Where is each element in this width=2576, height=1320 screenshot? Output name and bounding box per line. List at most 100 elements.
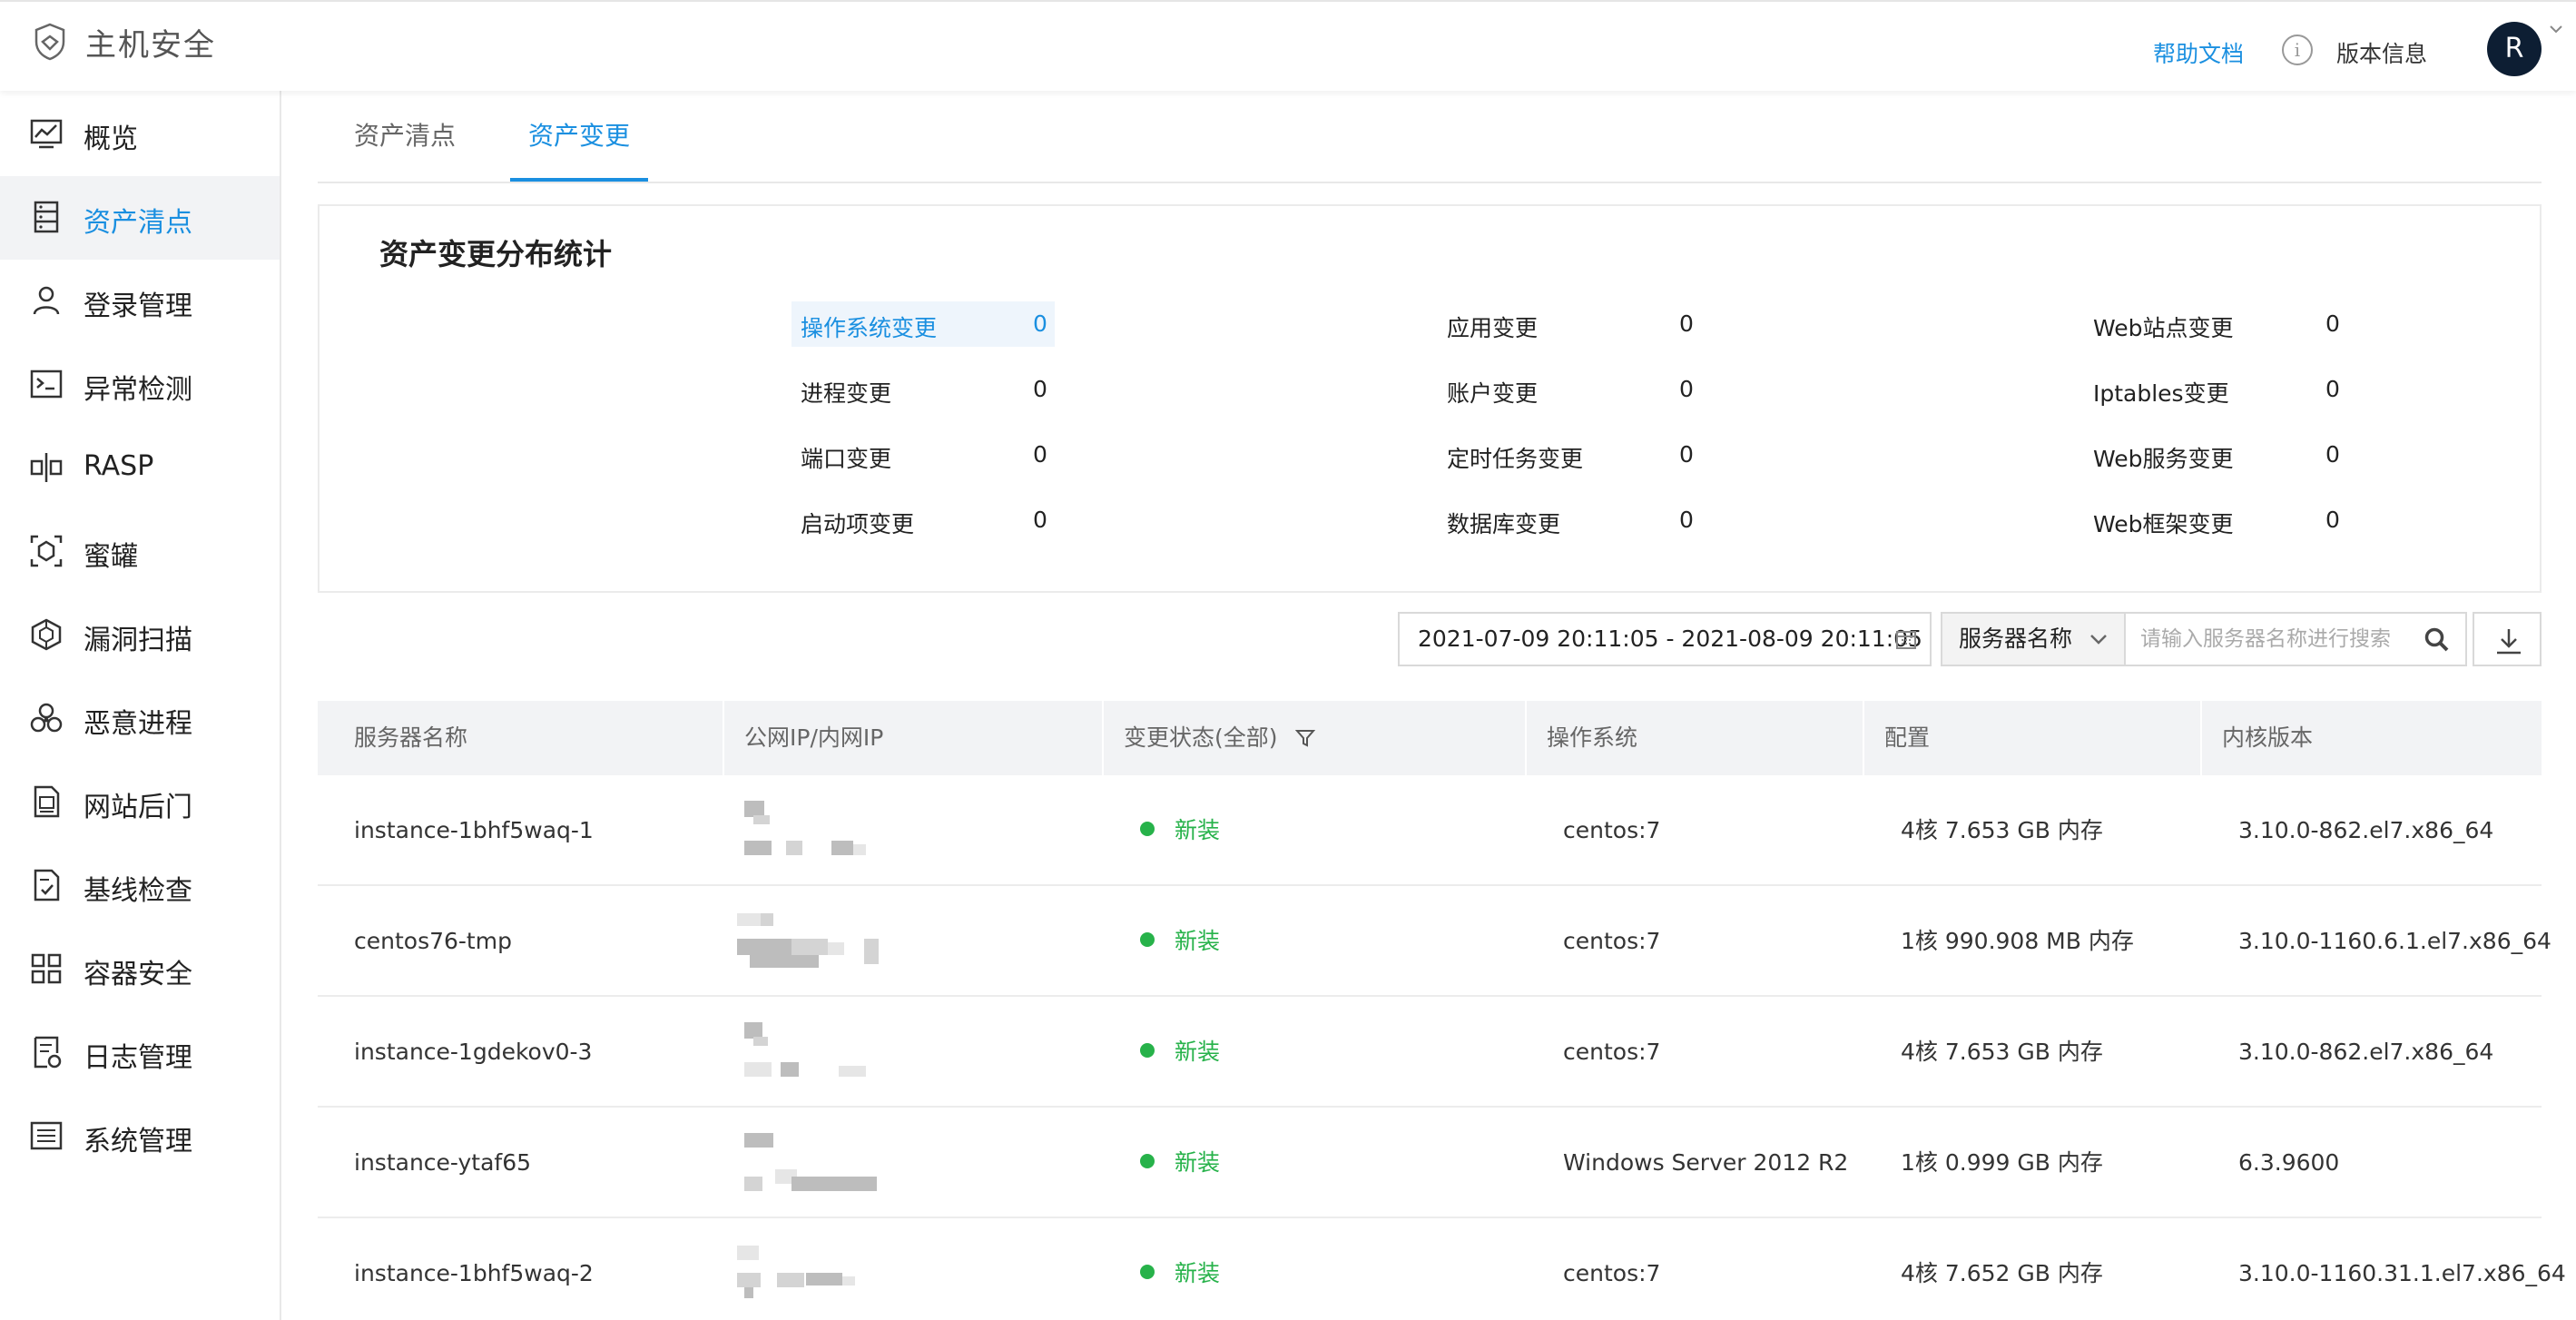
table-row[interactable]: instance-ytaf65 新装 Windows Server 2012 R… <box>318 1108 2542 1218</box>
status-dot <box>1140 1043 1155 1058</box>
stat-label: Web服务变更 <box>2093 446 2234 472</box>
column-header-server-name: 服务器名称 <box>318 701 724 775</box>
help-docs-link[interactable]: 帮助文档 <box>2153 36 2244 69</box>
sidebar-item-log-management[interactable]: 日志管理 <box>0 1011 280 1095</box>
date-range-picker[interactable]: 2021-07-09 20:11:05 - 2021-08-09 20:11:0… <box>1398 612 1932 666</box>
table-row[interactable]: centos76-tmp 新装 centos:7 1核 990.908 MB 内… <box>318 886 2551 997</box>
sidebar-item-label: 资产清点 <box>84 207 192 239</box>
terminal-icon <box>30 369 63 399</box>
stat-label: 定时任务变更 <box>1447 446 1584 472</box>
stat-value: 0 <box>1679 507 1694 533</box>
sidebar-item-asset-inventory[interactable]: 资产清点 <box>0 176 280 260</box>
sidebar-item-container-security[interactable]: 容器安全 <box>0 928 280 1011</box>
stat-app-change[interactable]: 应用变更 0 <box>1438 301 1701 347</box>
user-icon <box>33 286 60 315</box>
table-row[interactable]: instance-1gdekov0-3 新装 centos:7 4核 7.653… <box>318 997 2542 1108</box>
stat-label: Web站点变更 <box>2093 315 2234 341</box>
status-dot <box>1140 1265 1155 1279</box>
tab-asset-inventory[interactable]: 资产清点 <box>354 116 456 153</box>
cell-server-name: instance-1bhf5waq-2 <box>354 1260 594 1286</box>
stat-label: 数据库变更 <box>1447 511 1561 537</box>
stat-startup-change[interactable]: 启动项变更 0 <box>791 497 1055 543</box>
sidebar-item-malicious-process[interactable]: 恶意进程 <box>0 677 280 761</box>
table-row[interactable]: instance-1bhf5waq-1 新装 centos:7 4核 7.653… <box>318 775 2542 886</box>
rasp-icon <box>30 453 63 482</box>
cell-server-name: instance-1gdekov0-3 <box>354 1039 593 1065</box>
cell-server-name: instance-ytaf65 <box>354 1149 532 1176</box>
calendar-icon <box>1896 631 1916 649</box>
column-header-ip: 公网IP/内网IP <box>724 701 1104 775</box>
stat-value: 0 <box>1679 376 1694 402</box>
column-header-kernel: 内核版本 <box>2222 724 2314 751</box>
chevron-down-icon[interactable] <box>2549 22 2563 36</box>
sidebar-item-baseline-check[interactable]: 基线检查 <box>0 844 280 928</box>
cell-config: 1核 0.999 GB 内存 <box>1901 1149 2103 1176</box>
search-icon[interactable] <box>2424 626 2451 654</box>
column-header-status-label: 变更状态(全部) <box>1124 724 1278 751</box>
filter-icon[interactable] <box>1295 728 1316 748</box>
sidebar-item-vulnerability-scan[interactable]: 漏洞扫描 <box>0 594 280 677</box>
cell-status: 新装 <box>1104 775 1220 886</box>
search-field-select[interactable]: 服务器名称 <box>1942 614 2126 665</box>
sidebar-item-label: 异常检测 <box>84 374 192 406</box>
date-range-text: 2021-07-09 20:11:05 - 2021-08-09 20:11:0… <box>1418 626 1922 652</box>
version-info-link[interactable]: 版本信息 <box>2336 36 2427 69</box>
column-header-status[interactable]: 变更状态(全部) <box>1104 701 1527 775</box>
sidebar-item-label: 日志管理 <box>84 1042 192 1074</box>
settings-list-icon <box>30 1121 63 1150</box>
stat-web-framework-change[interactable]: Web框架变更 0 <box>2084 497 2347 543</box>
sidebar-item-overview[interactable]: 概览 <box>0 93 280 176</box>
log-icon <box>34 1036 62 1069</box>
stat-process-change[interactable]: 进程变更 0 <box>791 367 1055 412</box>
cell-status: 新装 <box>1104 1108 1220 1218</box>
cell-ip-redacted <box>737 1218 919 1320</box>
stat-database-change[interactable]: 数据库变更 0 <box>1438 497 1701 543</box>
download-icon <box>2497 629 2521 655</box>
cell-kernel: 3.10.0-862.el7.x86_64 <box>2238 1039 2494 1065</box>
download-button[interactable] <box>2473 612 2542 666</box>
biohazard-icon <box>30 703 63 733</box>
sidebar-item-label: 恶意进程 <box>84 708 192 740</box>
cell-os: centos:7 <box>1563 1260 1661 1286</box>
chevron-down-icon <box>2090 635 2107 645</box>
stat-account-change[interactable]: 账户变更 0 <box>1438 367 1701 412</box>
shield-logo-icon <box>34 23 65 61</box>
server-search-box: 服务器名称 <box>1941 612 2467 666</box>
status-dot <box>1140 822 1155 836</box>
stat-iptables-change[interactable]: Iptables变更 0 <box>2084 367 2347 412</box>
user-avatar[interactable]: R <box>2487 22 2542 76</box>
stat-value: 0 <box>2325 441 2340 468</box>
sidebar-item-login-management[interactable]: 登录管理 <box>0 260 280 343</box>
sidebar-item-label: 漏洞扫描 <box>84 625 192 656</box>
asset-change-stats-panel: 资产变更分布统计 操作系统变更 0 进程变更 0 端口变更 0 启动项变更 0 … <box>318 204 2542 593</box>
active-tab-indicator <box>510 178 648 182</box>
sidebar-item-rasp[interactable]: RASP <box>0 427 280 510</box>
sidebar-item-web-backdoor[interactable]: 网站后门 <box>0 761 280 844</box>
cell-config: 4核 7.653 GB 内存 <box>1901 1039 2103 1065</box>
sidebar-item-honeypot[interactable]: 蜜罐 <box>0 510 280 594</box>
cell-kernel: 3.10.0-1160.31.1.el7.x86_64 <box>2238 1260 2566 1286</box>
sidebar-item-system-management[interactable]: 系统管理 <box>0 1095 280 1178</box>
stat-os-change[interactable]: 操作系统变更 0 <box>791 301 1055 347</box>
stat-value: 0 <box>1033 507 1047 533</box>
stat-port-change[interactable]: 端口变更 0 <box>791 432 1055 478</box>
sidebar-item-label: 登录管理 <box>84 291 192 322</box>
cell-kernel: 3.10.0-1160.6.1.el7.x86_64 <box>2238 928 2551 954</box>
cell-kernel: 6.3.9600 <box>2238 1149 2340 1176</box>
stat-web-service-change[interactable]: Web服务变更 0 <box>2084 432 2347 478</box>
table-row[interactable]: instance-1bhf5waq-2 新装 centos:7 4核 7.652… <box>318 1218 2566 1320</box>
stats-title: 资产变更分布统计 <box>379 237 613 271</box>
app-title: 主机安全 <box>85 27 216 64</box>
sidebar-item-label: 概览 <box>84 123 138 155</box>
stat-value: 0 <box>2325 507 2340 533</box>
cell-ip-redacted <box>744 775 926 886</box>
tab-asset-changes[interactable]: 资产变更 <box>528 116 630 153</box>
search-input[interactable] <box>2140 621 2413 657</box>
stat-website-change[interactable]: Web站点变更 0 <box>2084 301 2347 347</box>
stat-value: 0 <box>1033 441 1047 468</box>
stat-cron-change[interactable]: 定时任务变更 0 <box>1438 432 1701 478</box>
sidebar-item-anomaly-detection[interactable]: 异常检测 <box>0 343 280 427</box>
cell-ip-redacted <box>737 886 919 997</box>
cell-status: 新装 <box>1104 997 1220 1108</box>
sidebar: 概览 资产清点 登录管理 异常检测 RASP 蜜罐 漏洞扫描 恶意进程 网站后门… <box>0 91 281 1320</box>
